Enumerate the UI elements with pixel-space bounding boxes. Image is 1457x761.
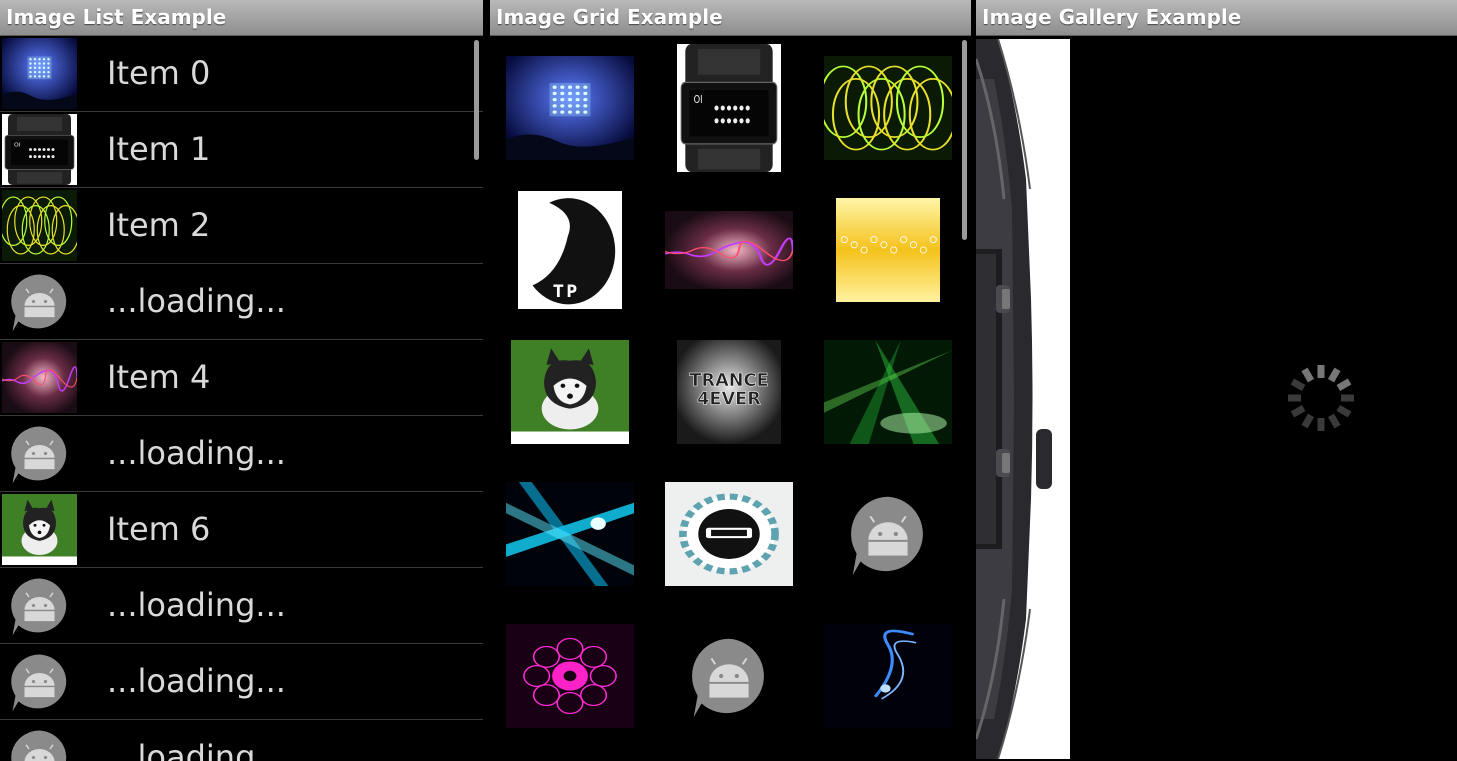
grid-thumbnail bbox=[824, 56, 952, 160]
android-placeholder-icon bbox=[2, 266, 77, 337]
list-item-label: ...loading... bbox=[107, 586, 286, 624]
grid-thumbnail bbox=[506, 56, 634, 160]
grid-image[interactable]: OI bbox=[665, 44, 793, 172]
image-list-screen: Image List Example Item 0 OI Item 1 Item … bbox=[0, 0, 483, 761]
grid-image[interactable] bbox=[506, 328, 634, 456]
list-item-label: ...loading... bbox=[107, 434, 286, 472]
android-placeholder-icon bbox=[2, 646, 77, 717]
grid-image[interactable] bbox=[506, 612, 634, 740]
list-item[interactable]: Item 4 bbox=[0, 340, 483, 416]
title-bar: Image Gallery Example bbox=[976, 0, 1457, 36]
android-placeholder-icon bbox=[2, 418, 77, 489]
grid-image[interactable] bbox=[824, 44, 952, 172]
grid-thumbnail bbox=[511, 340, 629, 444]
spinner-icon bbox=[1286, 363, 1356, 433]
grid-image[interactable]: TRANCE 4EVER bbox=[665, 328, 793, 456]
list-item-thumbnail bbox=[2, 494, 77, 565]
list-item-label: Item 4 bbox=[107, 358, 211, 396]
list-item[interactable]: Item 2 bbox=[0, 188, 483, 264]
image-grid-screen: Image Grid Example OI TP TRANCE 4EVER bbox=[490, 0, 971, 761]
list-item-thumbnail: OI bbox=[2, 114, 77, 185]
list-item[interactable]: Item 0 bbox=[0, 36, 483, 112]
screen-title: Image Gallery Example bbox=[982, 5, 1242, 29]
grid-thumbnail: TP bbox=[518, 191, 622, 309]
watch-side-image bbox=[976, 39, 1052, 759]
image-grid[interactable]: OI TP TRANCE 4EVER bbox=[490, 36, 971, 761]
list-item-label: ...loading... bbox=[107, 738, 286, 761]
grid-thumbnail bbox=[506, 482, 634, 586]
svg-text:4EVER: 4EVER bbox=[697, 389, 761, 409]
grid-thumbnail: TRANCE 4EVER bbox=[677, 340, 781, 444]
list-item[interactable]: ...loading... bbox=[0, 720, 483, 761]
image-gallery[interactable] bbox=[976, 36, 1457, 761]
list-item[interactable]: ...loading... bbox=[0, 644, 483, 720]
grid-thumbnail bbox=[665, 211, 793, 289]
list-item-label: Item 0 bbox=[107, 54, 211, 92]
svg-text:OI: OI bbox=[14, 143, 21, 149]
list-item-thumbnail bbox=[2, 342, 77, 413]
svg-text:OI: OI bbox=[694, 94, 703, 106]
grid-image[interactable]: TP bbox=[506, 186, 634, 314]
grid-placeholder[interactable] bbox=[665, 612, 793, 740]
screen-title: Image Grid Example bbox=[496, 5, 723, 29]
grid-thumbnail bbox=[665, 482, 793, 586]
android-placeholder-icon bbox=[2, 722, 77, 761]
screen-title: Image List Example bbox=[6, 5, 227, 29]
svg-text:TP: TP bbox=[553, 282, 580, 301]
list-item[interactable]: ...loading... bbox=[0, 264, 483, 340]
list-scrollbar[interactable] bbox=[474, 40, 479, 160]
grid-image[interactable] bbox=[665, 470, 793, 598]
grid-thumbnail bbox=[506, 624, 634, 728]
image-gallery-screen: Image Gallery Example bbox=[976, 0, 1457, 761]
grid-image[interactable] bbox=[824, 328, 952, 456]
grid-placeholder[interactable] bbox=[824, 470, 952, 598]
title-bar: Image List Example bbox=[0, 0, 483, 36]
grid-image[interactable] bbox=[665, 186, 793, 314]
list-item-thumbnail bbox=[2, 190, 77, 261]
list-item[interactable]: Item 6 bbox=[0, 492, 483, 568]
list-item-label: Item 2 bbox=[107, 206, 211, 244]
list-item-label: Item 1 bbox=[107, 130, 211, 168]
grid-thumbnail bbox=[824, 340, 952, 444]
title-bar: Image Grid Example bbox=[490, 0, 971, 36]
svg-text:TRANCE: TRANCE bbox=[689, 371, 768, 391]
grid-image[interactable] bbox=[506, 44, 634, 172]
list-item-label: Item 6 bbox=[107, 510, 211, 548]
list-item[interactable]: ...loading... bbox=[0, 568, 483, 644]
grid-thumbnail bbox=[824, 624, 952, 728]
list-item-label: ...loading... bbox=[107, 282, 286, 320]
list-item[interactable]: OI Item 1 bbox=[0, 112, 483, 188]
grid-thumbnail: OI bbox=[677, 44, 781, 172]
list-item[interactable]: ...loading... bbox=[0, 416, 483, 492]
image-list[interactable]: Item 0 OI Item 1 Item 2 ...loading... Ite… bbox=[0, 36, 483, 761]
android-placeholder-icon bbox=[680, 627, 778, 725]
android-placeholder-icon bbox=[839, 485, 937, 583]
grid-image[interactable] bbox=[824, 186, 952, 314]
grid-scrollbar[interactable] bbox=[962, 40, 967, 240]
list-item-label: ...loading... bbox=[107, 662, 286, 700]
gallery-image[interactable] bbox=[976, 39, 1070, 759]
list-item-thumbnail bbox=[2, 38, 77, 109]
android-placeholder-icon bbox=[2, 570, 77, 641]
grid-thumbnail bbox=[836, 198, 940, 302]
grid-image[interactable] bbox=[506, 470, 634, 598]
grid-image[interactable] bbox=[824, 612, 952, 740]
